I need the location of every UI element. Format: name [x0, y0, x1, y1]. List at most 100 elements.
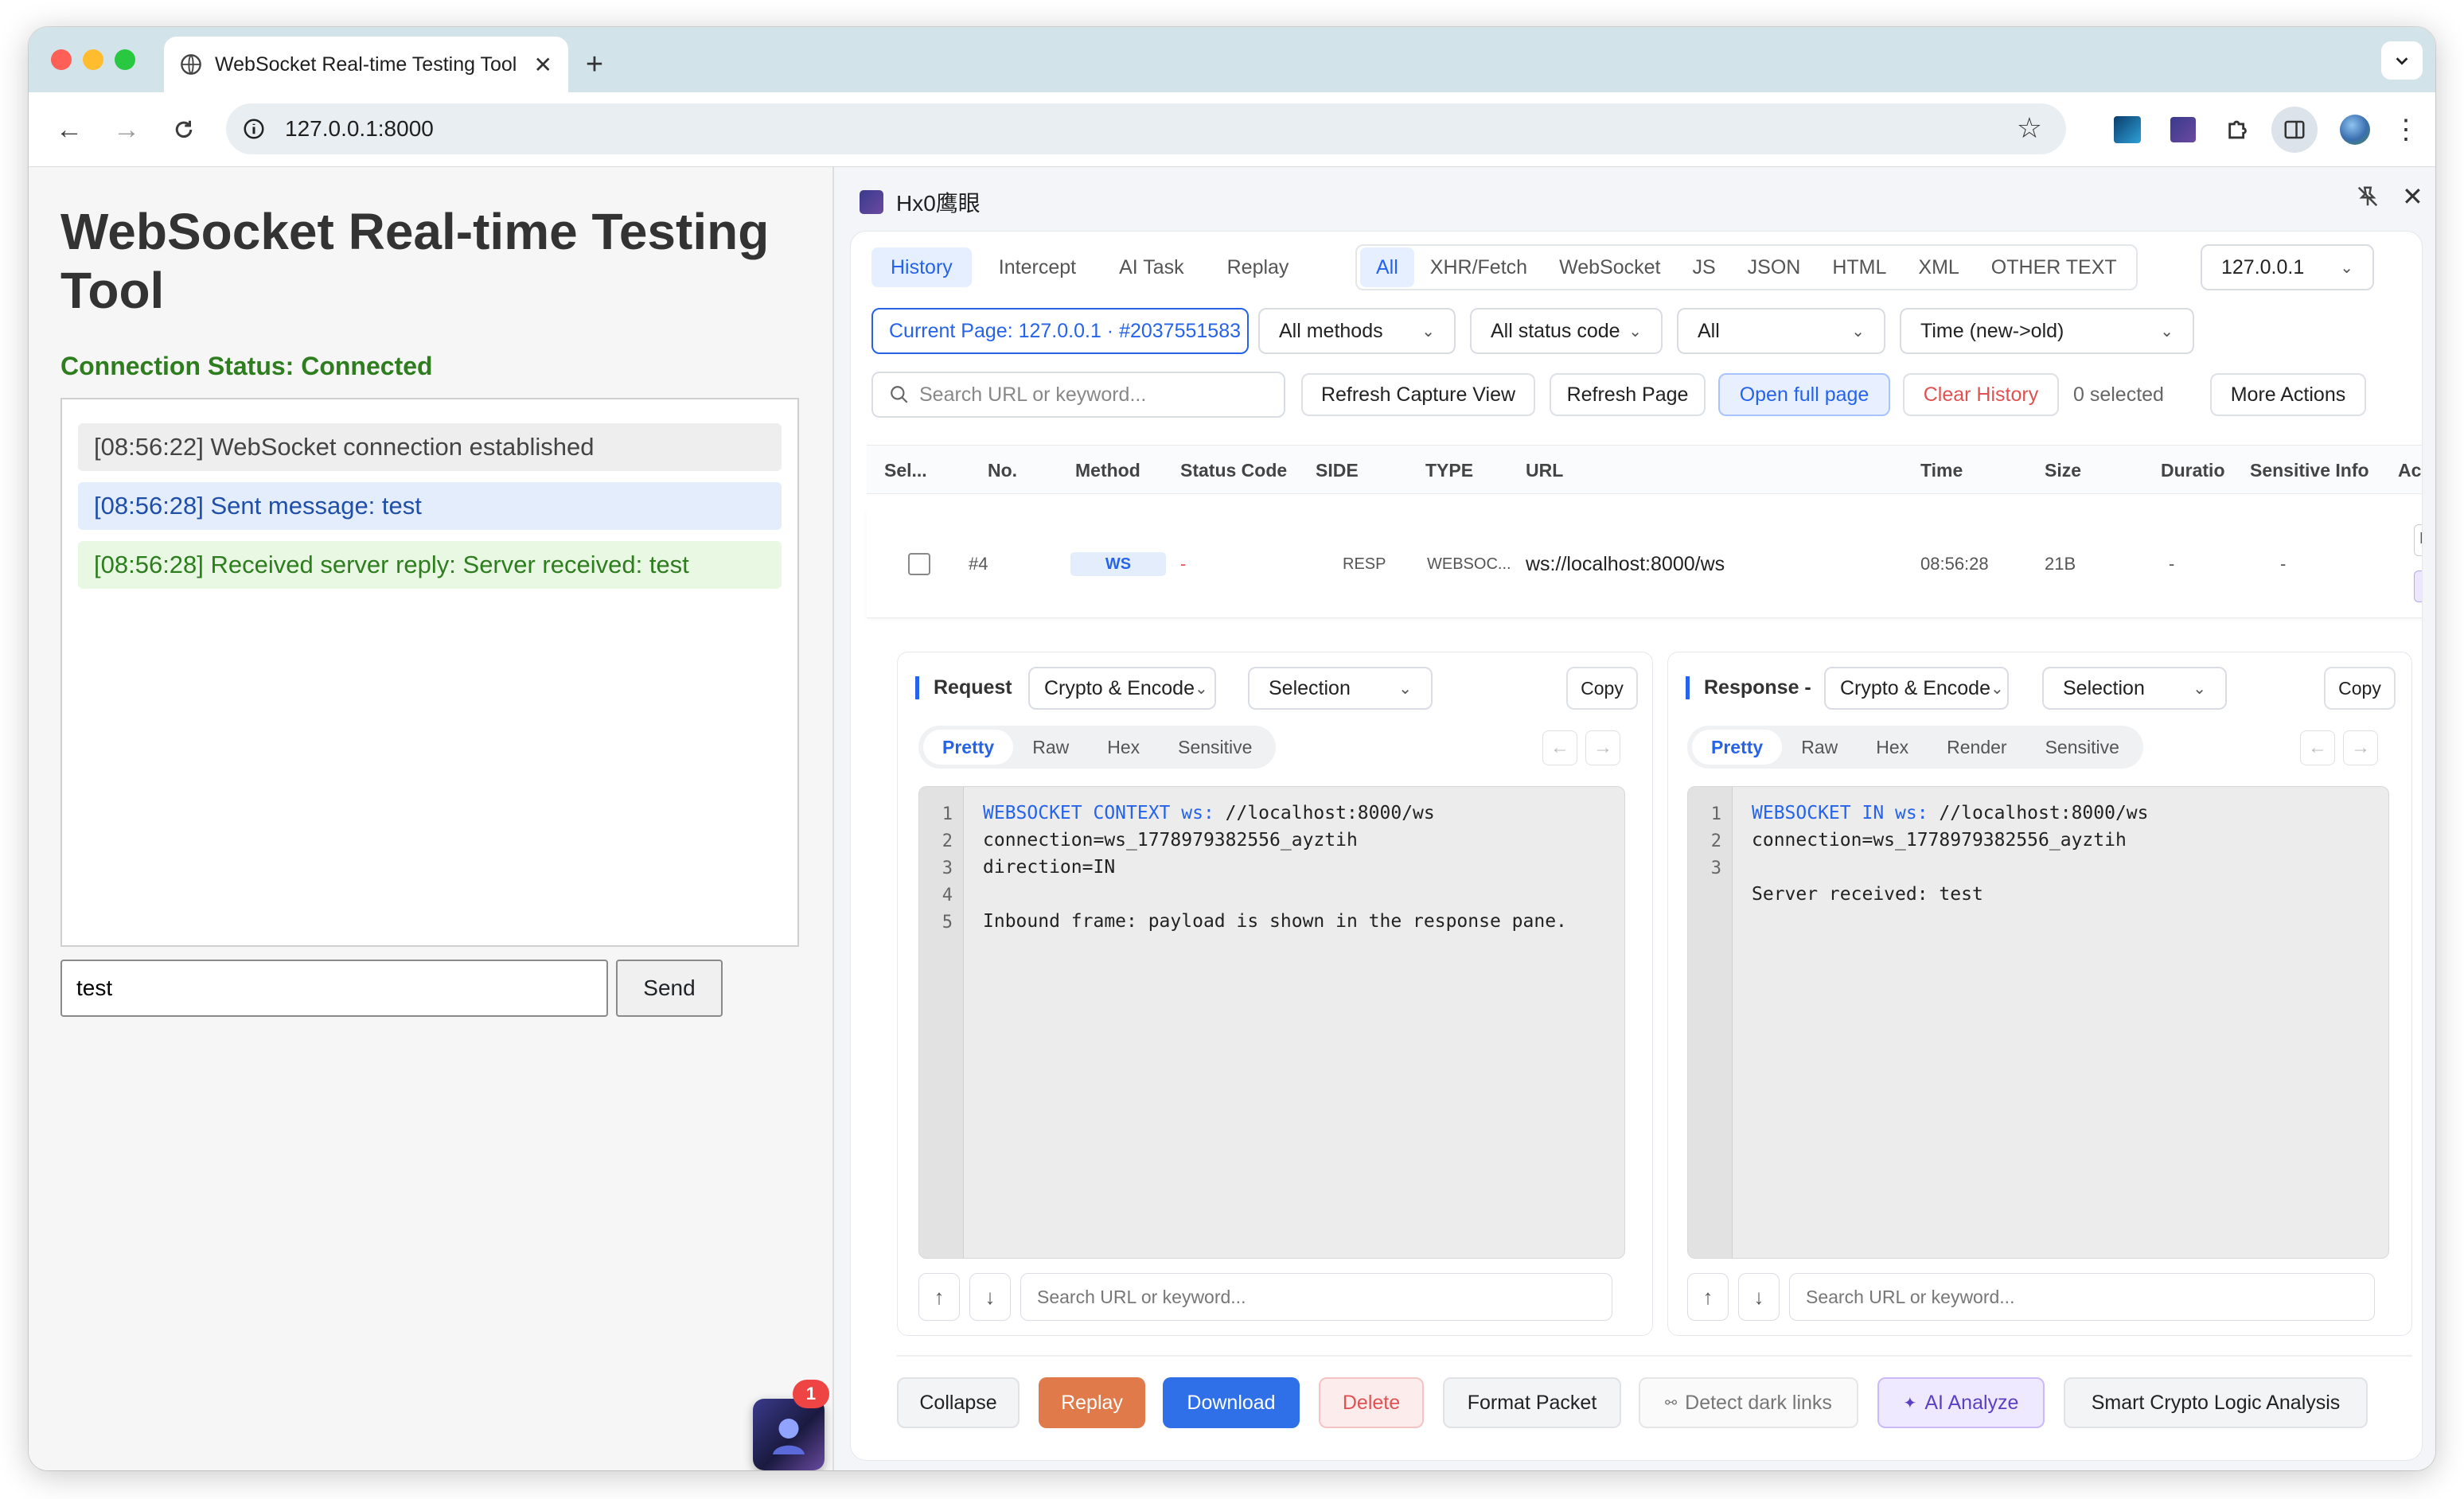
search-icon: [891, 386, 908, 403]
address-bar[interactable]: 127.0.0.1:8000 ☆: [226, 103, 2066, 154]
request-copy-button[interactable]: Copy: [1566, 667, 1638, 710]
url-text: 127.0.0.1:8000: [285, 116, 434, 141]
code-line: Inbound frame: payload is shown in the r…: [983, 911, 1567, 932]
request-tab-raw[interactable]: Raw: [1013, 727, 1088, 767]
maximize-window-button[interactable]: [115, 49, 135, 70]
response-prev-icon[interactable]: ←: [2300, 730, 2335, 765]
tab-history[interactable]: History: [871, 247, 972, 287]
response-tab-pretty[interactable]: Pretty: [1692, 730, 1783, 765]
request-tab-hex[interactable]: Hex: [1088, 727, 1159, 767]
request-next-icon[interactable]: →: [1585, 730, 1620, 765]
sort-select[interactable]: Time (new->old) ⌄: [1900, 308, 2194, 354]
host-select[interactable]: 127.0.0.1 ⌄: [2201, 244, 2374, 290]
request-selection-select[interactable]: Selection ⌄: [1248, 667, 1433, 710]
minimize-window-button[interactable]: [83, 49, 103, 70]
clear-history-button[interactable]: Clear History: [1903, 373, 2059, 416]
side-panel-button[interactable]: [2271, 107, 2318, 153]
side-panel-icon: [2284, 120, 2305, 139]
delete-button[interactable]: Delete: [1319, 1377, 1424, 1428]
filter-other-text[interactable]: OTHER TEXT: [1975, 247, 2133, 287]
col-size: Size: [2045, 459, 2082, 481]
back-button[interactable]: ←: [51, 111, 88, 148]
filter-js[interactable]: JS: [1676, 247, 1731, 287]
tab-intercept[interactable]: Intercept: [980, 247, 1095, 287]
message-input[interactable]: [60, 960, 608, 1017]
response-selection-value: Selection: [2063, 676, 2145, 699]
response-crypto-value: Crypto & Encode: [1840, 676, 1990, 699]
tab-ai-task[interactable]: AI Task: [1100, 247, 1203, 287]
row-checkbox[interactable]: [908, 553, 930, 575]
filter-xml[interactable]: XML: [1902, 247, 1975, 287]
filter-all[interactable]: All: [1360, 247, 1414, 287]
response-tab-hex[interactable]: Hex: [1857, 727, 1928, 767]
filter-html[interactable]: HTML: [1816, 247, 1902, 287]
response-tab-sensitive[interactable]: Sensitive: [2026, 727, 2138, 767]
format-packet-button[interactable]: Format Packet: [1443, 1377, 1621, 1428]
refresh-page-button[interactable]: Refresh Page: [1550, 373, 1706, 416]
request-search-down-icon[interactable]: ↓: [969, 1273, 1011, 1321]
open-full-page-button[interactable]: Open full page: [1718, 373, 1890, 416]
response-search-down-icon[interactable]: ↓: [1738, 1273, 1780, 1321]
close-tab-icon[interactable]: ✕: [534, 52, 552, 78]
bookmark-star-icon[interactable]: ☆: [2017, 111, 2042, 145]
selected-count: 0 selected: [2073, 383, 2164, 406]
side-select[interactable]: All ⌄: [1677, 308, 1885, 354]
detect-dark-links-button[interactable]: ⚯ Detect dark links: [1639, 1377, 1858, 1428]
request-code-editor[interactable]: 1 2 3 4 5 WEBSOCKET CONTEXT ws: //localh…: [918, 786, 1625, 1259]
methods-select[interactable]: All methods ⌄: [1258, 308, 1456, 354]
new-tab-button[interactable]: +: [575, 45, 614, 84]
browser-menu-icon[interactable]: ⋮: [2388, 111, 2424, 148]
tab-replay[interactable]: Replay: [1208, 247, 1308, 287]
more-actions-button[interactable]: More Actions: [2210, 373, 2366, 416]
table-row[interactable]: #4 WS - RESP WEBSOC... ws://localhost:80…: [867, 510, 2422, 618]
row-detail-button[interactable]: D: [2414, 524, 2422, 556]
close-panel-icon[interactable]: ✕: [2402, 181, 2423, 212]
search-input[interactable]: Search URL or keyword...: [871, 372, 1285, 418]
response-code-editor[interactable]: 1 2 3 WEBSOCKET IN ws: //localhost:8000/…: [1687, 786, 2389, 1259]
request-crypto-select[interactable]: Crypto & Encode ⌄: [1028, 667, 1216, 710]
response-selection-select[interactable]: Selection ⌄: [2042, 667, 2227, 710]
code-line: Server received: test: [1752, 884, 1983, 905]
response-tab-render[interactable]: Render: [1928, 727, 2025, 767]
browser-tab[interactable]: WebSocket Real-time Testing Tool ✕: [164, 37, 568, 92]
request-search-input[interactable]: Search URL or keyword...: [1020, 1273, 1612, 1321]
filter-json[interactable]: JSON: [1732, 247, 1817, 287]
request-prev-icon[interactable]: ←: [1542, 730, 1577, 765]
site-info-icon[interactable]: [242, 117, 266, 141]
hawkeye-extension-icon[interactable]: [2165, 111, 2201, 148]
ai-analyze-button[interactable]: ✦ AI Analyze: [1877, 1377, 2045, 1428]
sparkle-icon: ✦: [1903, 1394, 1917, 1412]
tab-search-button[interactable]: [2381, 41, 2423, 80]
response-next-icon[interactable]: →: [2343, 730, 2378, 765]
chevron-down-icon: ⌄: [2160, 322, 2174, 341]
extension-1-icon[interactable]: [2109, 111, 2146, 148]
forward-button[interactable]: →: [108, 111, 145, 148]
current-page-filter[interactable]: Current Page: 127.0.0.1 · #2037551583: [871, 308, 1249, 354]
profile-avatar[interactable]: [2337, 111, 2373, 148]
reload-button[interactable]: [166, 111, 202, 148]
request-tab-sensitive[interactable]: Sensitive: [1159, 727, 1271, 767]
response-tab-raw[interactable]: Raw: [1782, 727, 1857, 767]
tab-strip: WebSocket Real-time Testing Tool ✕ +: [29, 27, 2435, 92]
page-title: WebSocket Real-time Testing Tool: [60, 203, 770, 319]
smart-crypto-analysis-button[interactable]: Smart Crypto Logic Analysis: [2064, 1377, 2368, 1428]
response-crypto-select[interactable]: Crypto & Encode ⌄: [1824, 667, 2009, 710]
response-copy-button[interactable]: Copy: [2324, 667, 2396, 710]
row-ai-button[interactable]: [2414, 570, 2422, 602]
filter-xhr-fetch[interactable]: XHR/Fetch: [1414, 247, 1543, 287]
collapse-button[interactable]: Collapse: [897, 1377, 1020, 1428]
request-tab-pretty[interactable]: Pretty: [923, 730, 1014, 765]
replay-button[interactable]: Replay: [1039, 1377, 1145, 1428]
download-button[interactable]: Download: [1163, 1377, 1300, 1428]
response-search-up-icon[interactable]: ↑: [1687, 1273, 1729, 1321]
response-search-input[interactable]: Search URL or keyword...: [1789, 1273, 2375, 1321]
filter-websocket[interactable]: WebSocket: [1543, 247, 1676, 287]
request-search-up-icon[interactable]: ↑: [918, 1273, 960, 1321]
unpin-icon[interactable]: [2356, 185, 2380, 214]
send-button[interactable]: Send: [616, 960, 723, 1017]
close-window-button[interactable]: [51, 49, 72, 70]
extensions-puzzle-icon[interactable]: [2220, 111, 2257, 148]
refresh-capture-button[interactable]: Refresh Capture View: [1301, 373, 1535, 416]
status-code-select[interactable]: All status code ⌄: [1470, 308, 1663, 354]
hawkeye-floating-icon[interactable]: [753, 1399, 825, 1470]
